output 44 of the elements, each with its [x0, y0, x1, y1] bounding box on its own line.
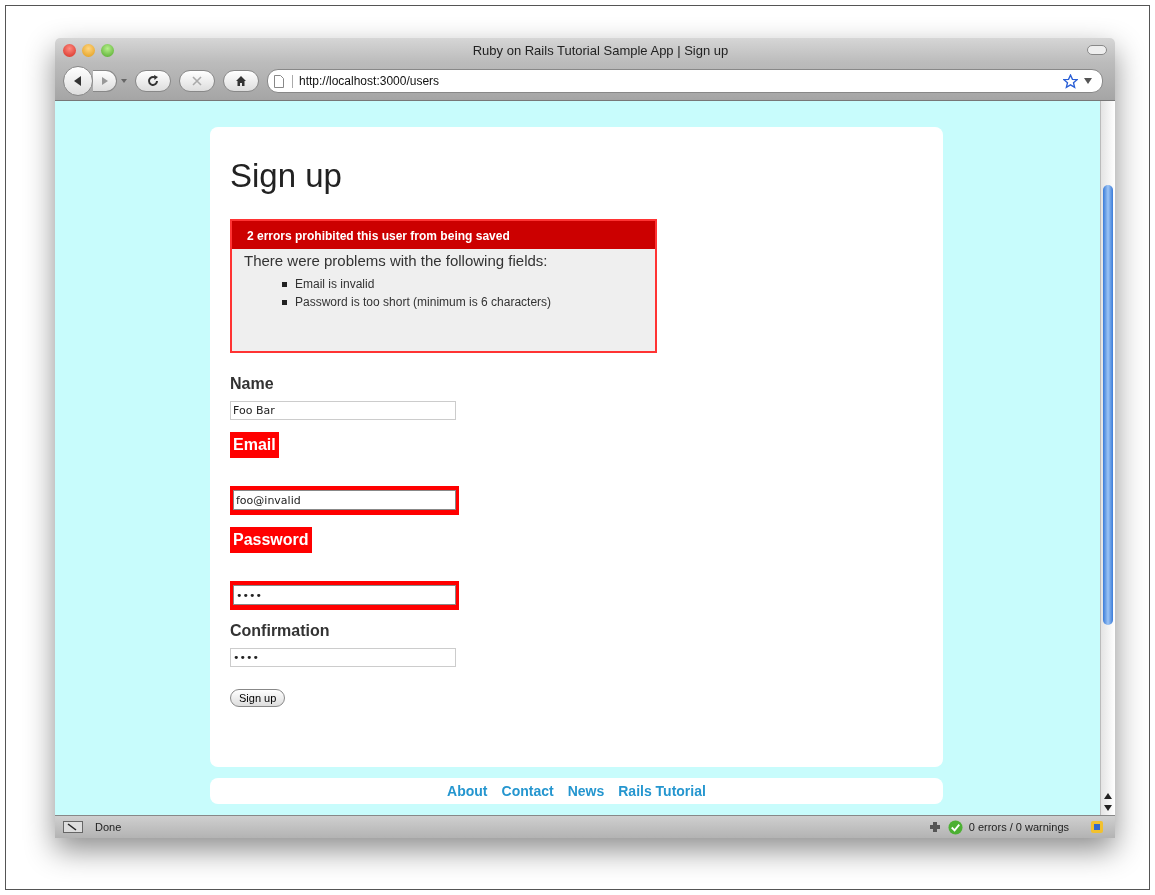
close-button[interactable]	[63, 43, 76, 57]
error-message: Password is too short (minimum is 6 characters)	[295, 294, 552, 311]
home-button[interactable]	[223, 70, 259, 92]
scrollbar[interactable]	[1100, 101, 1115, 815]
page-heading: Sign up	[230, 157, 343, 195]
extension-icon[interactable]	[1089, 819, 1105, 835]
back-button[interactable]	[63, 66, 93, 96]
field-label: Email	[230, 432, 279, 458]
home-icon	[235, 75, 247, 87]
sign-up-button[interactable]: Sign up	[230, 689, 286, 707]
status-text: Done	[95, 821, 122, 833]
stop-icon	[192, 76, 202, 86]
field-label: Confirmation	[230, 622, 330, 640]
scroll-thumb[interactable]	[1103, 185, 1113, 625]
url-text: http://localhost:3000/users	[299, 74, 441, 88]
bullet-icon	[282, 281, 287, 287]
stop-button[interactable]	[179, 70, 215, 92]
check-icon[interactable]	[947, 819, 963, 835]
scroll-down-icon[interactable]	[1104, 805, 1112, 811]
puzzle-icon[interactable]	[927, 820, 942, 834]
caret-icon[interactable]	[121, 79, 127, 83]
input-field[interactable]: Foo Bar	[230, 401, 456, 420]
scroll-up-icon[interactable]	[1104, 793, 1112, 799]
toolbar-toggle-button[interactable]	[1087, 45, 1107, 55]
reload-icon	[147, 75, 159, 87]
error-message: Email is invalid	[295, 276, 375, 293]
error-intro: There were problems with the following fields:	[243, 251, 549, 271]
window-title: Ruby on Rails Tutorial Sample App | Sign up	[471, 42, 730, 58]
forward-icon	[99, 76, 110, 86]
error-title: 2 errors prohibited this user from being saved	[232, 221, 655, 249]
dropdown-icon[interactable]	[1084, 78, 1092, 84]
star-icon[interactable]	[1063, 73, 1078, 89]
input-field[interactable]: ••••	[230, 581, 459, 610]
status-icon	[63, 821, 83, 833]
input-field[interactable]: foo@invalid	[230, 486, 459, 515]
bullet-icon	[282, 299, 287, 305]
input-field[interactable]: ••••	[230, 648, 456, 667]
address-bar[interactable]: http://localhost:3000/users	[267, 69, 1103, 93]
reload-button[interactable]	[135, 70, 171, 92]
field-label: Name	[230, 375, 274, 393]
validator-text: 0 errors / 0 warnings	[968, 821, 1069, 833]
field-label: Password	[230, 527, 312, 553]
page-icon	[274, 74, 284, 88]
back-icon	[72, 75, 84, 87]
